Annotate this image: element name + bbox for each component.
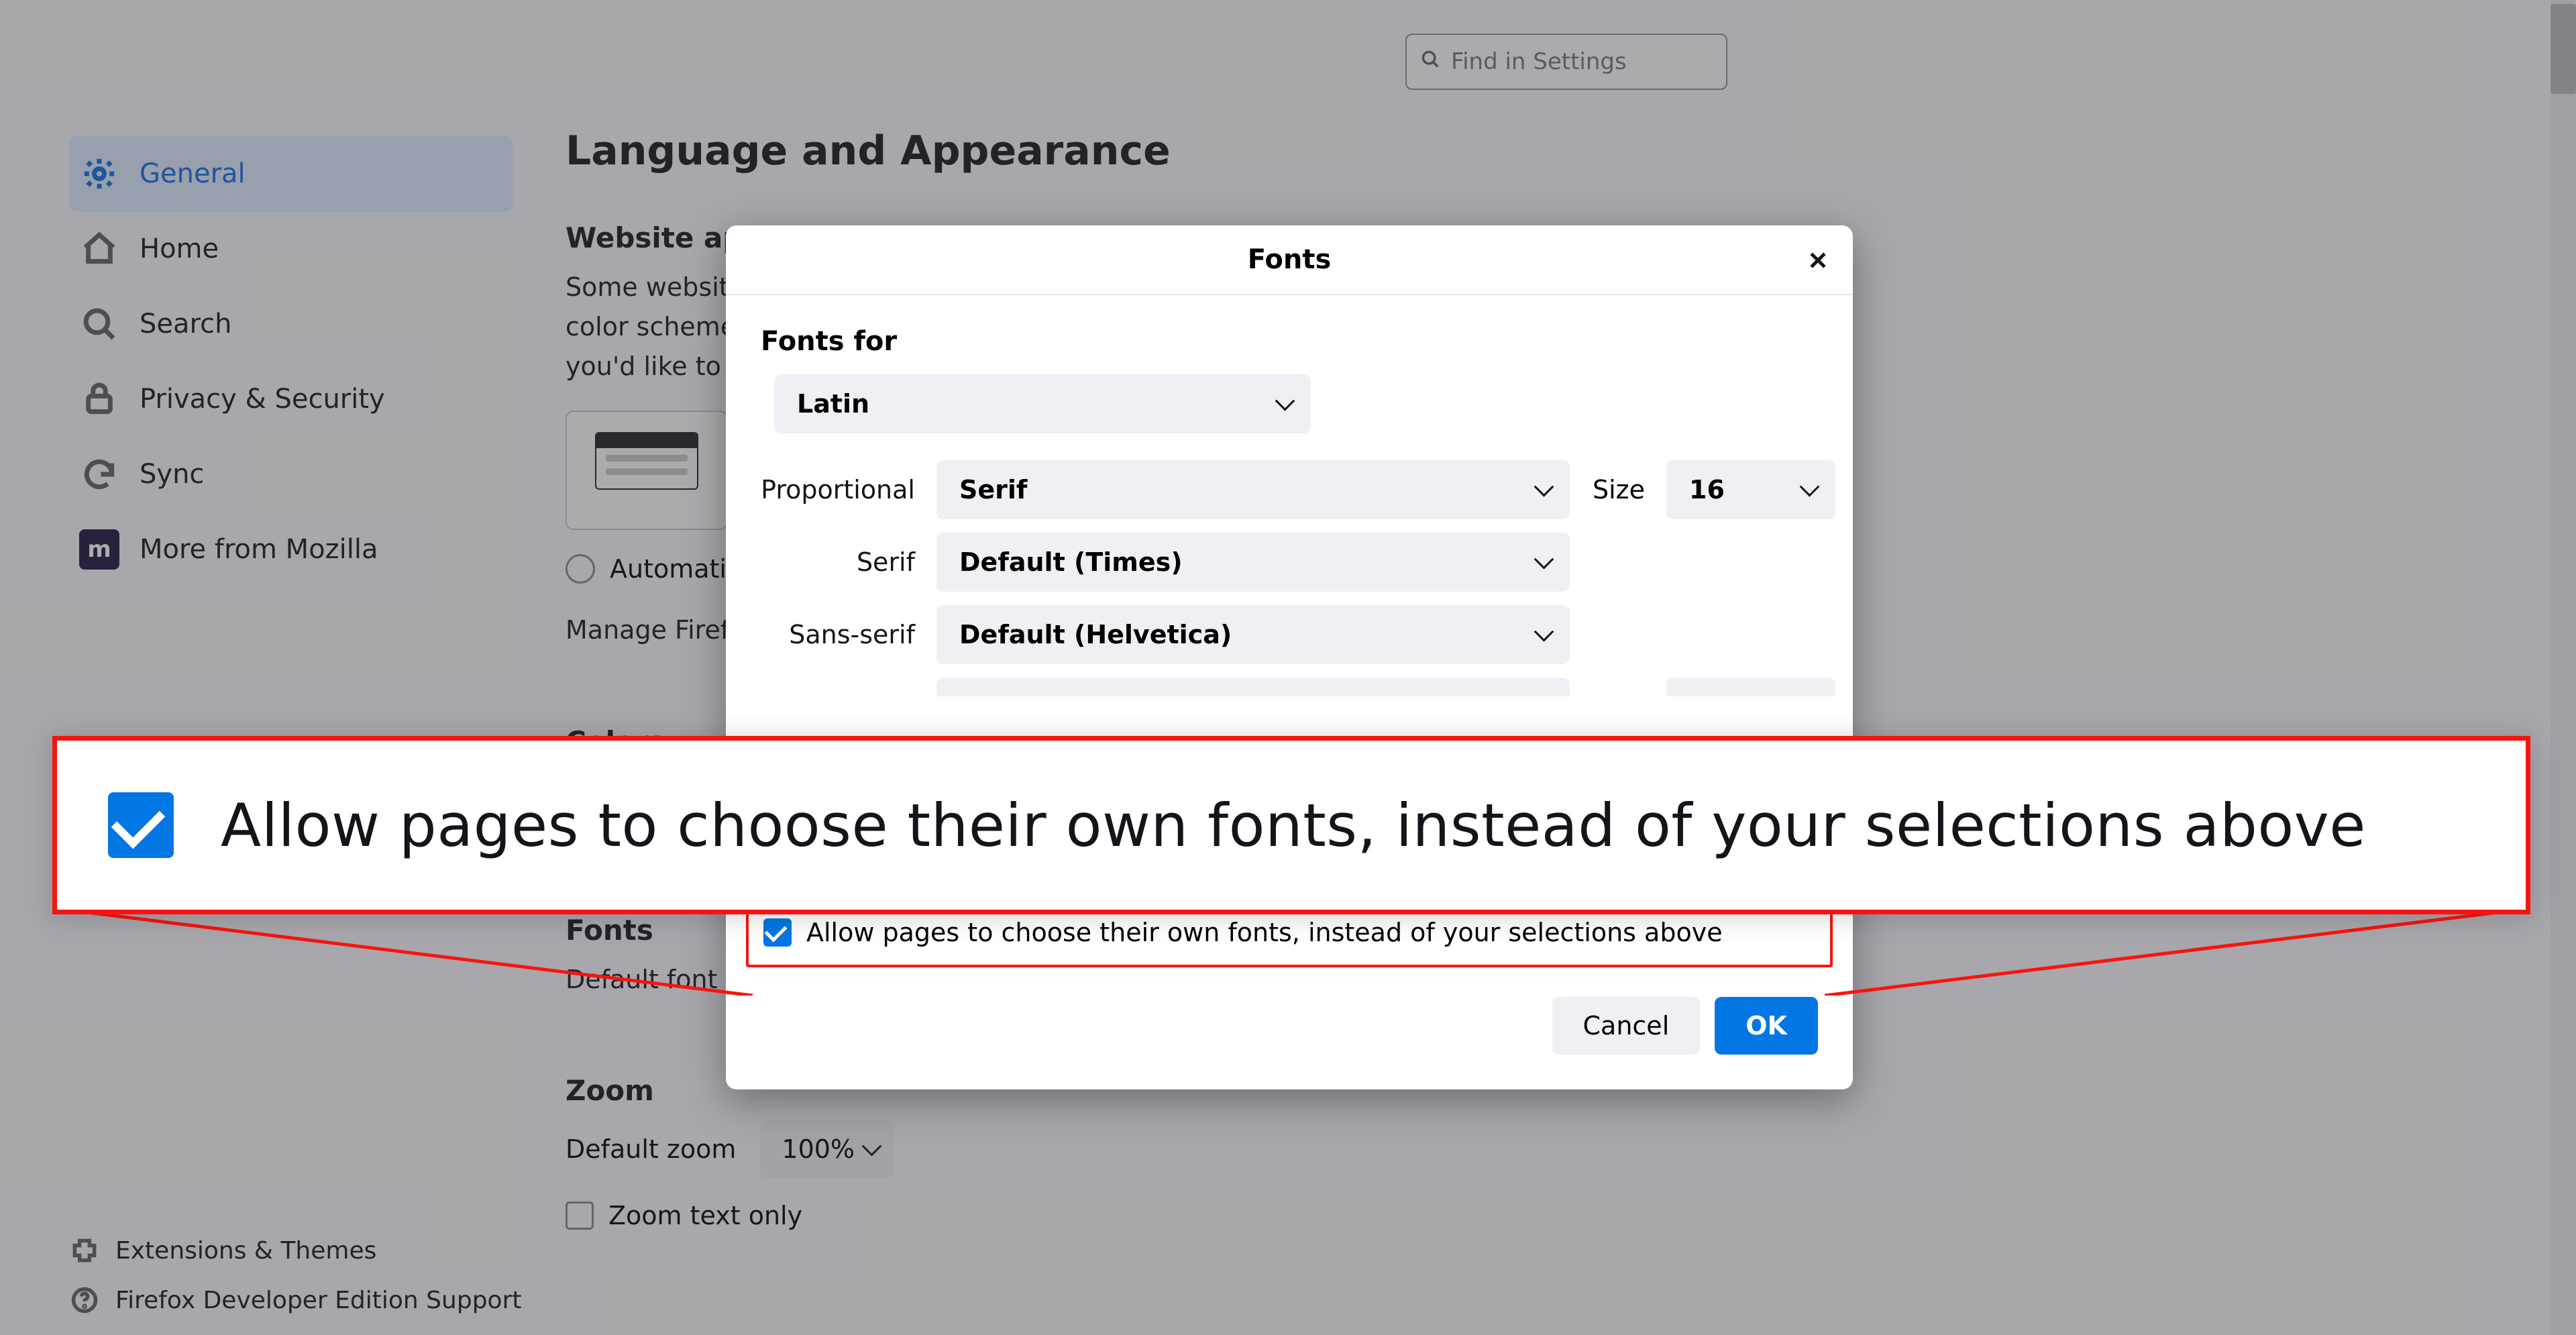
- cancel-button[interactable]: Cancel: [1552, 997, 1701, 1055]
- allow-pages-callout-text: Allow pages to choose their own fonts, i…: [221, 791, 2366, 860]
- size-label: Size: [1591, 475, 1645, 504]
- help-icon: [70, 1285, 99, 1315]
- ok-button[interactable]: OK: [1715, 997, 1818, 1055]
- theme-preview-icon: [595, 432, 698, 490]
- serif-label: Serif: [761, 547, 915, 577]
- dialog-title: Fonts: [1248, 244, 1332, 275]
- proportional-label: Proportional: [761, 475, 915, 504]
- sidebar-item-sync[interactable]: Sync: [70, 437, 513, 512]
- sidebar-item-label: Sync: [140, 459, 204, 490]
- checkbox-checked-icon: [108, 792, 174, 858]
- footer-link-label: Extensions & Themes: [115, 1237, 376, 1265]
- default-zoom-label: Default zoom: [566, 1134, 736, 1164]
- gear-icon: [79, 154, 119, 194]
- home-icon: [79, 229, 119, 269]
- settings-sidebar: General Home Search Privacy & Security S…: [70, 136, 513, 587]
- puzzle-icon: [70, 1236, 99, 1265]
- sidebar-item-label: General: [140, 158, 246, 189]
- sidebar-item-label: Privacy & Security: [140, 384, 385, 415]
- radio-icon: [566, 554, 595, 584]
- sidebar-item-label: Home: [140, 233, 219, 264]
- checkbox-checked-icon: [763, 918, 792, 947]
- theme-card-automatic[interactable]: [566, 411, 728, 530]
- sans-serif-label: Sans-serif: [761, 620, 915, 649]
- mozilla-icon: m: [79, 529, 119, 570]
- search-icon: [1420, 48, 1440, 75]
- search-icon: [79, 304, 119, 344]
- theme-radio-label: Automatic: [610, 554, 741, 584]
- proportional-select[interactable]: Serif: [936, 460, 1570, 519]
- footer-extensions-themes[interactable]: Extensions & Themes: [70, 1236, 522, 1265]
- serif-select[interactable]: Default (Times): [936, 533, 1570, 592]
- zoom-text-only-checkbox[interactable]: Zoom text only: [566, 1201, 1739, 1230]
- callout-connector-right: [1825, 908, 2530, 996]
- scrollbar-track[interactable]: [2551, 0, 2576, 1335]
- checkbox-icon: [566, 1202, 594, 1230]
- fonts-for-label: Fonts for: [761, 326, 1818, 357]
- dialog-close-button[interactable]: [1799, 242, 1837, 279]
- sync-icon: [79, 454, 119, 494]
- fonts-for-select[interactable]: Latin: [774, 374, 1311, 433]
- settings-search-placeholder: Find in Settings: [1451, 48, 1627, 75]
- sidebar-item-more-mozilla[interactable]: m More from Mozilla: [70, 512, 513, 587]
- sidebar-item-privacy[interactable]: Privacy & Security: [70, 362, 513, 437]
- settings-search[interactable]: Find in Settings: [1405, 34, 1727, 90]
- proportional-size-select[interactable]: 16: [1666, 460, 1835, 519]
- fonts-dialog: Fonts Fonts for Latin Proportional Serif…: [726, 225, 1853, 1089]
- sidebar-item-label: More from Mozilla: [140, 534, 378, 565]
- zoom-text-only-label: Zoom text only: [608, 1201, 802, 1230]
- allow-pages-checkbox[interactable]: Allow pages to choose their own fonts, i…: [763, 918, 1815, 947]
- monospace-select-partial[interactable]: [936, 678, 1570, 696]
- lock-icon: [79, 379, 119, 419]
- sidebar-item-general[interactable]: General: [70, 136, 513, 211]
- monospace-size-select-partial[interactable]: [1666, 678, 1835, 696]
- sidebar-item-search[interactable]: Search: [70, 286, 513, 362]
- callout-connector-left: [55, 908, 753, 996]
- scrollbar-thumb[interactable]: [2551, 4, 2576, 94]
- allow-pages-label: Allow pages to choose their own fonts, i…: [806, 918, 1723, 947]
- footer-support[interactable]: Firefox Developer Edition Support: [70, 1285, 522, 1315]
- sidebar-footer: Extensions & Themes Firefox Developer Ed…: [70, 1236, 522, 1315]
- sidebar-item-home[interactable]: Home: [70, 211, 513, 286]
- default-zoom-select[interactable]: 100%: [760, 1120, 895, 1178]
- page-title: Language and Appearance: [566, 127, 1739, 174]
- footer-link-label: Firefox Developer Edition Support: [115, 1287, 522, 1314]
- sans-serif-select[interactable]: Default (Helvetica): [936, 605, 1570, 664]
- sidebar-item-label: Search: [140, 309, 231, 339]
- allow-pages-callout: Allow pages to choose their own fonts, i…: [52, 736, 2530, 914]
- close-icon: [1807, 249, 1829, 272]
